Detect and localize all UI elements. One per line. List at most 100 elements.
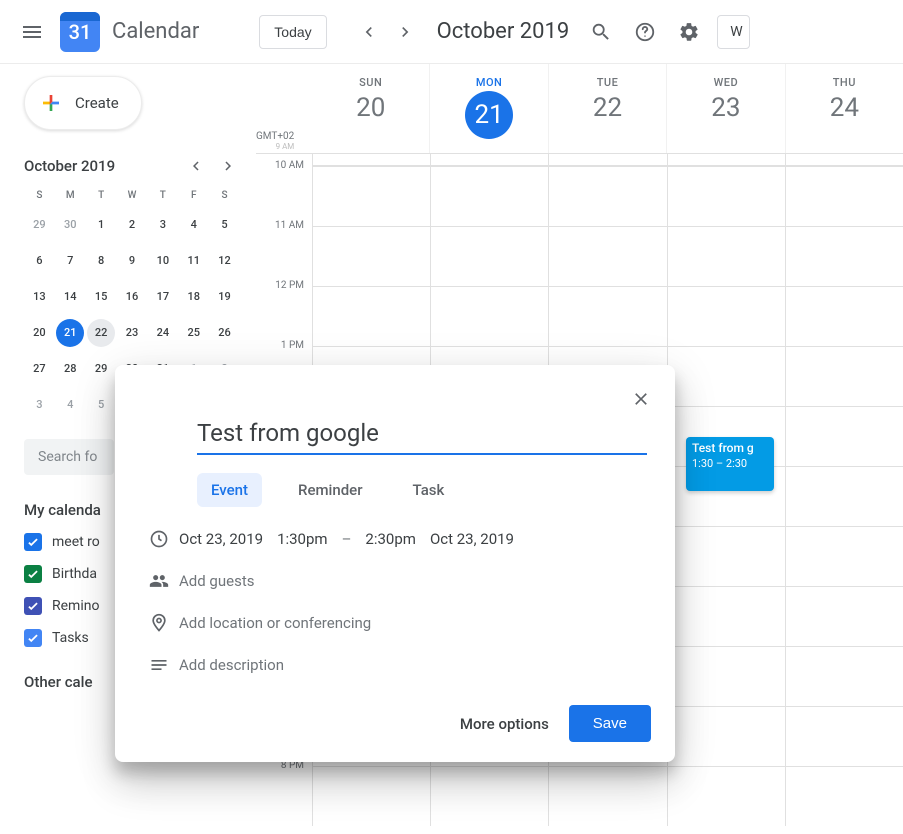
today-button[interactable]: Today [259, 15, 326, 49]
mini-day[interactable]: 3 [149, 211, 177, 239]
day-column-header[interactable]: TUE22 [548, 64, 666, 153]
date-end[interactable]: Oct 23, 2019 [430, 530, 514, 548]
mini-day[interactable]: 30 [56, 211, 84, 239]
date-start[interactable]: Oct 23, 2019 [179, 530, 263, 548]
mini-day[interactable]: 24 [149, 319, 177, 347]
mini-day[interactable]: 9 [118, 247, 146, 275]
mini-day[interactable]: 8 [87, 247, 115, 275]
calendar-logo-icon: 31 [60, 12, 100, 52]
dow-label: WED [667, 76, 784, 89]
mini-day[interactable]: 21 [56, 319, 84, 347]
mini-day[interactable]: 29 [87, 355, 115, 383]
mini-day[interactable]: 26 [211, 319, 239, 347]
day-number[interactable]: 20 [312, 93, 429, 123]
menu-button[interactable] [8, 8, 56, 56]
event-title-input[interactable] [197, 415, 647, 455]
mini-day[interactable]: 11 [180, 247, 208, 275]
app-header: 31 Calendar Today October 2019 W [0, 0, 903, 64]
day-number[interactable]: 23 [667, 93, 784, 123]
day-number[interactable]: 21 [465, 91, 513, 139]
day-column-header[interactable]: WED 23 [666, 64, 784, 153]
calendar-label: Remino [52, 598, 99, 614]
calendar-label: meet ro [52, 534, 100, 550]
save-button[interactable]: Save [569, 705, 651, 742]
hour-row[interactable] [312, 166, 903, 226]
prev-week-button[interactable] [351, 14, 387, 50]
add-location-input[interactable]: Add location or conferencing [179, 614, 371, 632]
mini-day[interactable]: 6 [25, 247, 53, 275]
add-description-input[interactable]: Add description [179, 656, 284, 674]
mini-day[interactable]: 7 [56, 247, 84, 275]
checkbox-icon [24, 597, 42, 615]
settings-button[interactable] [669, 12, 709, 52]
logo[interactable]: 31 Calendar [60, 12, 199, 52]
mini-day[interactable]: 29 [25, 211, 53, 239]
dialog-tab-task[interactable]: Task [399, 473, 459, 507]
event-chip[interactable]: Test from g 1:30 – 2:30 [686, 437, 774, 491]
mini-day[interactable]: 27 [25, 355, 53, 383]
next-week-button[interactable] [387, 14, 423, 50]
calendar-label: Tasks [52, 630, 89, 646]
mini-dow: T [147, 186, 178, 205]
dialog-tabs: Event Reminder Task [197, 473, 651, 507]
create-label: Create [75, 94, 119, 112]
mini-day[interactable]: 18 [180, 283, 208, 311]
mini-day[interactable]: 3 [25, 391, 53, 419]
mini-day[interactable]: 23 [118, 319, 146, 347]
dialog-tab-reminder[interactable]: Reminder [284, 473, 377, 507]
clock-icon [149, 529, 169, 549]
mini-day[interactable]: 12 [211, 247, 239, 275]
mini-dow: F [178, 186, 209, 205]
day-number[interactable]: 22 [549, 93, 666, 123]
hour-row[interactable] [312, 226, 903, 286]
mini-day[interactable]: 1 [87, 211, 115, 239]
mini-next-button[interactable] [216, 154, 240, 178]
hour-row[interactable] [312, 766, 903, 826]
mini-day[interactable]: 19 [211, 283, 239, 311]
view-switcher[interactable]: W [717, 15, 749, 49]
mini-day[interactable]: 4 [56, 391, 84, 419]
help-button[interactable] [625, 12, 665, 52]
time-end[interactable]: 2:30pm [365, 530, 416, 548]
chevron-left-icon [187, 157, 205, 175]
search-button[interactable] [581, 12, 621, 52]
dow-label: MON [430, 76, 547, 89]
mini-day[interactable]: 25 [180, 319, 208, 347]
mini-day[interactable]: 5 [211, 211, 239, 239]
mini-day[interactable]: 2 [118, 211, 146, 239]
people-icon [149, 571, 169, 591]
close-button[interactable] [625, 383, 657, 415]
event-time-row[interactable]: Oct 23, 2019 1:30pm – 2:30pm Oct 23, 201… [179, 530, 514, 548]
create-button[interactable]: Create [24, 76, 142, 130]
day-column-header[interactable]: THU24 [785, 64, 903, 153]
dialog-tab-event[interactable]: Event [197, 473, 262, 507]
help-icon [634, 21, 656, 43]
mini-day[interactable]: 28 [56, 355, 84, 383]
add-guests-input[interactable]: Add guests [179, 572, 254, 590]
day-column-header[interactable]: SUN20 [312, 64, 429, 153]
hour-label: 11 AM [256, 220, 312, 231]
search-people-input[interactable]: Search fo [24, 439, 114, 475]
mini-cal-title: October 2019 [24, 157, 115, 175]
mini-day[interactable]: 22 [87, 319, 115, 347]
mini-prev-button[interactable] [184, 154, 208, 178]
quick-add-dialog: Event Reminder Task Oct 23, 2019 1:30pm – … [115, 365, 675, 762]
mini-day[interactable]: 5 [87, 391, 115, 419]
mini-dow: S [24, 186, 55, 205]
mini-day[interactable]: 4 [180, 211, 208, 239]
mini-day[interactable]: 17 [149, 283, 177, 311]
mini-day[interactable]: 13 [25, 283, 53, 311]
mini-day[interactable]: 16 [118, 283, 146, 311]
day-number[interactable]: 24 [786, 93, 903, 123]
day-column-header[interactable]: MON 21 [429, 64, 547, 153]
hour-row[interactable] [312, 286, 903, 346]
checkbox-icon [24, 565, 42, 583]
checkbox-icon [24, 629, 42, 647]
mini-day[interactable]: 14 [56, 283, 84, 311]
mini-day[interactable]: 20 [25, 319, 53, 347]
mini-day[interactable]: 15 [87, 283, 115, 311]
mini-day[interactable]: 10 [149, 247, 177, 275]
more-options-button[interactable]: More options [460, 715, 549, 733]
week-nav [351, 14, 423, 50]
time-start[interactable]: 1:30pm [277, 530, 328, 548]
